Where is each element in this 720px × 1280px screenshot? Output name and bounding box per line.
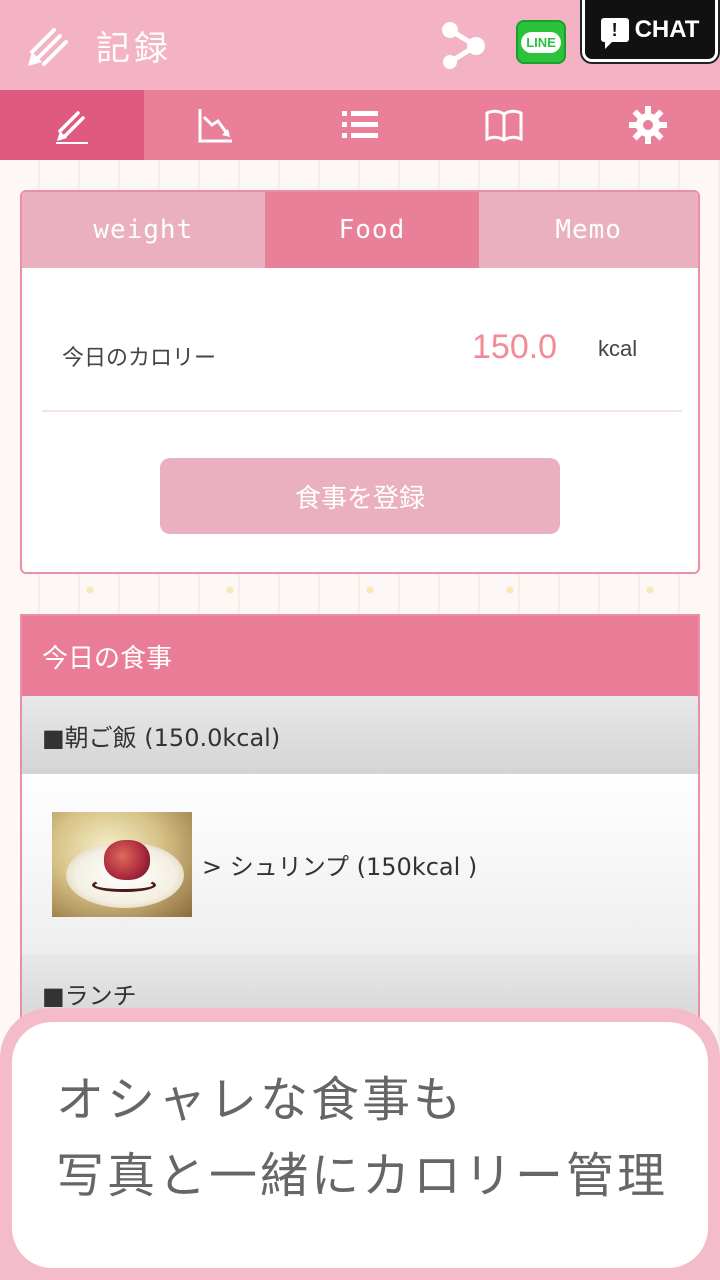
- nav-book[interactable]: [432, 90, 576, 160]
- main-nav: [0, 90, 720, 160]
- list-icon: [342, 111, 378, 138]
- graph-down-icon: [198, 109, 232, 143]
- meal-section-breakfast[interactable]: ■朝ご飯 (150.0kcal): [22, 696, 698, 774]
- share-icon[interactable]: [438, 20, 488, 70]
- tab-food[interactable]: Food: [264, 192, 480, 268]
- tab-weight[interactable]: weight: [22, 192, 265, 268]
- calorie-label: 今日のカロリー: [62, 346, 217, 371]
- gear-icon: [629, 106, 667, 144]
- chat-button[interactable]: ! CHAT: [582, 0, 718, 62]
- calorie-value: 150.0: [472, 328, 558, 366]
- calorie-unit: kcal: [598, 336, 638, 361]
- promo-caption: オシャレな食事も 写真と一緒にカロリー管理: [12, 1022, 708, 1268]
- caption-line-2: 写真と一緒にカロリー管理: [56, 1148, 669, 1204]
- meals-header: 今日の食事: [22, 616, 698, 696]
- calorie-row: 今日のカロリー 150.0 kcal: [42, 312, 682, 412]
- record-type-tabs: weight Food Memo: [22, 192, 698, 268]
- page-title: 記録: [96, 28, 172, 69]
- pencil-icon: [28, 28, 68, 66]
- register-meal-button[interactable]: 食事を登録: [160, 458, 560, 534]
- nav-settings[interactable]: [576, 90, 720, 160]
- app-header: 記録 LINE ! CHAT: [0, 0, 720, 90]
- line-share-button[interactable]: LINE: [516, 20, 566, 64]
- chat-bubble-icon: !: [600, 17, 629, 49]
- line-label: LINE: [521, 31, 561, 53]
- book-icon: [485, 109, 523, 142]
- nav-graph[interactable]: [144, 90, 288, 160]
- record-card: weight Food Memo 今日のカロリー 150.0 kcal 食事を登…: [20, 190, 700, 574]
- meal-item[interactable]: > シュリンプ (150kcal ): [22, 774, 698, 954]
- pencil-icon: [56, 111, 88, 144]
- meal-item-label: > シュリンプ (150kcal ): [202, 852, 478, 881]
- food-photo[interactable]: [52, 811, 192, 917]
- nav-record[interactable]: [0, 90, 144, 160]
- todays-meals-panel: 今日の食事 ■朝ご飯 (150.0kcal) > シュリンプ (150kcal …: [20, 614, 700, 1034]
- caption-line-1: オシャレな食事も: [56, 1072, 465, 1128]
- tab-memo[interactable]: Memo: [479, 192, 698, 268]
- chat-label: CHAT: [634, 15, 700, 43]
- nav-list[interactable]: [288, 90, 432, 160]
